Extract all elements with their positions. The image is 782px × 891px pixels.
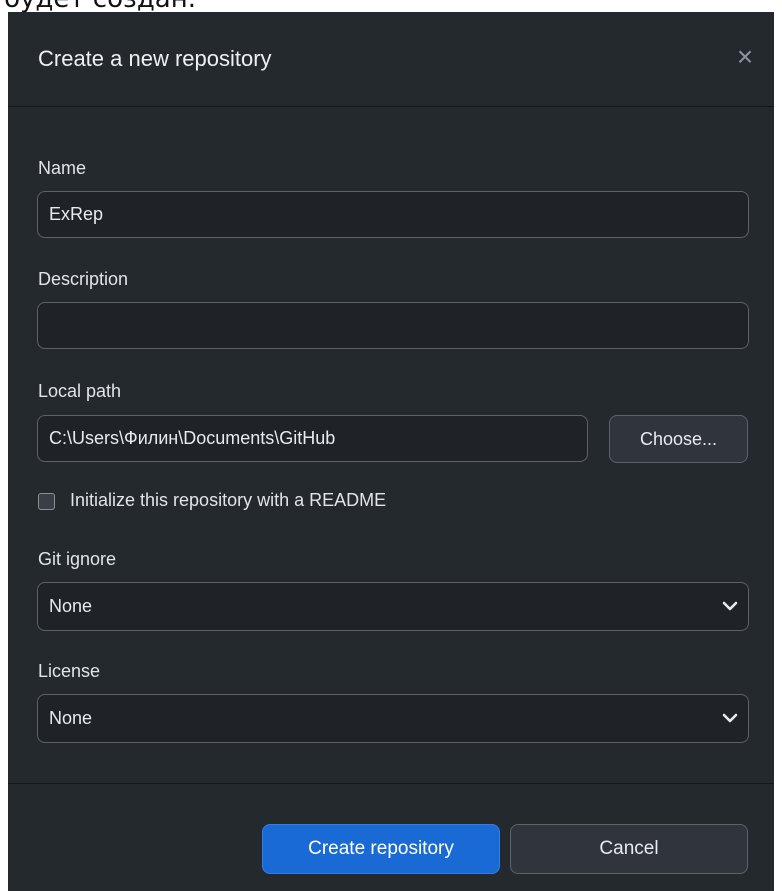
create-repository-dialog: Create a new repository × Name Descripti… [8,12,774,891]
close-icon[interactable]: × [728,40,762,74]
git-ignore-selected-value: None [49,596,93,616]
git-ignore-select[interactable]: None [37,582,749,631]
name-label: Name [38,158,87,178]
create-repository-button[interactable]: Create repository [262,824,500,874]
checkbox-icon[interactable] [38,493,55,510]
choose-button[interactable]: Choose... [609,415,748,463]
dialog-title: Create a new repository [38,46,272,71]
dialog-header: Create a new repository × [8,12,774,107]
description-input[interactable] [37,302,749,349]
git-ignore-label: Git ignore [38,549,117,569]
license-label: License [38,661,101,681]
local-path-input[interactable] [37,415,588,462]
chevron-down-icon [722,601,738,611]
license-select[interactable]: None [37,694,749,743]
name-input[interactable] [37,191,749,238]
background-caption: будет создан. [0,0,782,12]
dialog-footer: Create repository Cancel [8,784,774,891]
cancel-button[interactable]: Cancel [510,824,748,874]
chevron-down-icon [722,713,738,723]
background-caption-text: будет создан. [4,0,196,12]
local-path-label: Local path [38,381,122,401]
license-selected-value: None [49,708,93,728]
description-label: Description [38,269,129,289]
readme-checkbox-label[interactable]: Initialize this repository with a README [70,490,386,511]
